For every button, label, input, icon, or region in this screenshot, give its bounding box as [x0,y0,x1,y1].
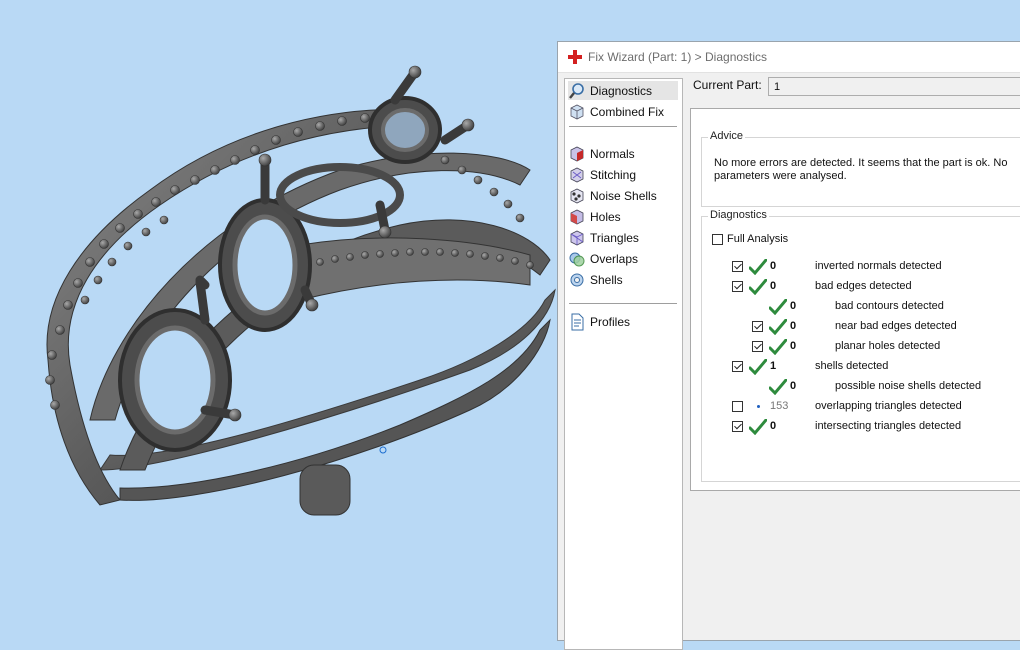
ok-checkmark-icon [749,279,767,295]
ok-checkmark-icon [769,379,787,395]
diagnostic-checkbox[interactable] [732,401,743,412]
diagnostic-checkbox[interactable] [732,421,743,432]
diagnostic-label: planar holes detected [835,340,941,352]
nav-item-label: Shells [590,272,623,287]
ok-checkmark-icon [749,259,767,275]
diagnostic-checkbox[interactable] [732,281,743,292]
nav-item-triangles[interactable]: Triangles [568,228,678,247]
red-cross-icon [568,50,582,64]
diagnostic-row: 0 intersecting triangles detected [702,417,1020,437]
not-run-dot-icon [757,405,760,408]
window-title: Fix Wizard (Part: 1) > Diagnostics [588,50,768,64]
diagnostic-label: near bad edges detected [835,320,957,332]
shells-icon [570,273,584,286]
nav-divider [569,126,677,127]
diagnostic-count: 0 [790,380,797,392]
current-part-field[interactable]: 1 [768,77,1020,96]
nav-item-noise-shells[interactable]: Noise Shells [568,186,678,205]
diagnostics-group: Diagnostics Full Analysis 0 inverted norm… [701,209,1020,482]
magnifier-icon [569,82,584,99]
full-analysis-checkbox[interactable]: Full Analysis [712,229,788,249]
diagnostic-label: bad contours detected [835,300,944,312]
diagnostic-count: 0 [790,300,797,312]
diagnostic-row: 0 bad contours detected [702,297,1020,317]
nav-item-diagnostics[interactable]: Diagnostics [568,81,678,100]
advice-line-2: parameters were analysed. [714,170,847,182]
diagnostic-label: shells detected [815,360,889,372]
profiles-document-icon [571,313,584,330]
ok-checkmark-icon [769,299,787,315]
holes-cube-icon [570,209,584,224]
nav-item-label: Overlaps [590,251,639,266]
3d-viewport[interactable] [0,0,560,629]
nav-item-label: Diagnostics [590,83,653,98]
diagnostic-checkbox[interactable] [752,321,763,332]
diagnostic-count: 153 [770,400,789,412]
nav-item-label: Normals [590,146,635,161]
nav-item-label: Noise Shells [590,188,657,203]
advice-group: Advice No more errors are detected. It s… [701,130,1020,207]
ring-model[interactable] [0,0,560,629]
stitching-cube-icon [570,167,584,182]
full-analysis-label: Full Analysis [727,233,789,245]
noise-shells-icon [570,188,584,203]
diagnostic-row: 153 overlapping triangles detected [702,397,1020,417]
diagnostic-count: 0 [770,280,777,292]
nav-item-label: Stitching [590,167,637,182]
nav-divider [569,303,677,304]
nav-item-holes[interactable]: Holes [568,207,678,226]
diagnostics-panel: Current Part: 1 Advice No more errors ar… [684,72,1020,640]
nav-item-normals[interactable]: Normals [568,144,678,163]
diagnostic-label: overlapping triangles detected [815,400,962,412]
diagnostic-row: 1 shells detected [702,357,1020,377]
ok-checkmark-icon [769,319,787,335]
title-bar[interactable]: Fix Wizard (Part: 1) > Diagnostics [558,42,1020,73]
diagnostic-checkbox[interactable] [732,261,743,272]
nav-item-label: Combined Fix [590,104,665,119]
diagnostics-title: Diagnostics [708,209,769,221]
diagnostic-count: 0 [770,420,777,432]
fix-navigation-panel: Diagnostics Combined Fix Normals Stitchi… [564,78,683,650]
diagnostic-checkbox[interactable] [732,361,743,372]
full-analysis-check-box[interactable] [712,233,723,245]
diagnostic-row: 0 bad edges detected [702,277,1020,297]
nav-item-overlaps[interactable]: Overlaps [568,249,678,268]
nav-item-shells[interactable]: Shells [568,270,678,289]
diagnostic-count: 0 [790,320,797,332]
diagnostic-count: 0 [770,260,777,272]
normals-cube-icon [570,146,584,161]
advice-text: No more errors are detected. It seems th… [714,157,1020,183]
diagnostic-row: 0 near bad edges detected [702,317,1020,337]
diagnostic-row: 0 inverted normals detected [702,257,1020,277]
diagnostic-label: inverted normals detected [815,260,942,272]
advice-title: Advice [708,130,746,142]
nav-item-stitching[interactable]: Stitching [568,165,678,184]
ok-checkmark-icon [769,339,787,355]
advice-line-1: No more errors are detected. It seems th… [714,157,1008,169]
ok-checkmark-icon [749,359,767,375]
diagnostic-checkbox[interactable] [752,341,763,352]
nav-item-combined-fix[interactable]: Combined Fix [568,102,678,121]
overlaps-icon [569,252,585,266]
triangles-cube-icon [570,230,584,245]
pivot-marker [379,446,387,454]
diagnostic-label: bad edges detected [815,280,912,292]
diagnostic-label: possible noise shells detected [835,380,982,392]
content-pane: Advice No more errors are detected. It s… [690,108,1020,491]
cube-icon [570,104,584,119]
diagnostic-row: 0 possible noise shells detected [702,377,1020,397]
nav-item-profiles[interactable]: Profiles [568,312,678,331]
current-part-label: Current Part: [693,78,762,92]
fix-wizard-window: Fix Wizard (Part: 1) > Diagnostics Diagn… [557,41,1020,650]
nav-item-label: Profiles [590,314,631,329]
diagnostic-count: 0 [790,340,797,352]
nav-item-label: Triangles [590,230,639,245]
diagnostic-count: 1 [770,360,777,372]
diagnostic-label: intersecting triangles detected [815,420,962,432]
diagnostic-row: 0 planar holes detected [702,337,1020,357]
ok-checkmark-icon [749,419,767,435]
nav-item-label: Holes [590,209,621,224]
